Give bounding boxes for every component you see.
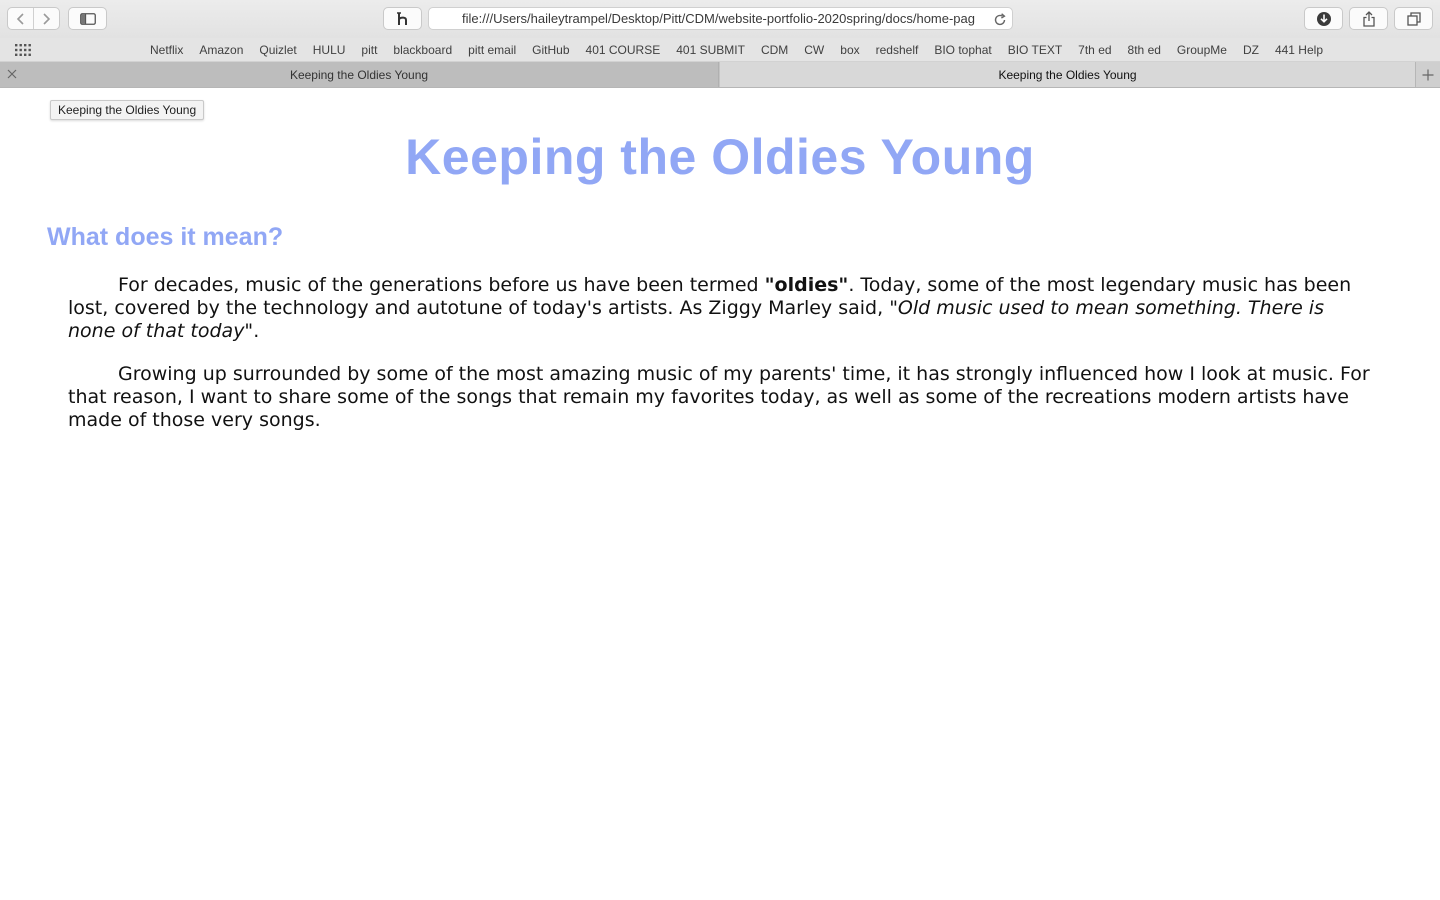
favorite-link[interactable]: Amazon <box>191 43 251 57</box>
favorites-bar: Netflix Amazon Quizlet HULU pitt blackbo… <box>0 38 1440 62</box>
favorite-link[interactable]: HULU <box>305 43 354 57</box>
favorite-link[interactable]: GitHub <box>524 43 577 57</box>
address-bar[interactable]: file:///Users/haileytrampel/Desktop/Pitt… <box>428 7 1013 30</box>
favorite-link[interactable]: redshelf <box>868 43 927 57</box>
close-icon[interactable] <box>7 69 17 79</box>
favorite-link[interactable]: BIO tophat <box>926 43 999 57</box>
paragraph-text: For decades, music of the generations be… <box>118 274 765 296</box>
page-content: Keeping the Oldies Young What does it me… <box>0 88 1440 900</box>
sidebar-button[interactable] <box>68 7 107 30</box>
favorite-link[interactable]: GroupMe <box>1169 43 1235 57</box>
navigation-buttons <box>7 7 60 30</box>
tab-label: Keeping the Oldies Young <box>289 67 429 82</box>
favorite-link[interactable]: CW <box>796 43 832 57</box>
share-button[interactable] <box>1349 7 1388 30</box>
favorite-link[interactable]: pitt email <box>460 43 524 57</box>
tab-overview-button[interactable] <box>1394 7 1433 30</box>
favorite-link[interactable]: box <box>832 43 867 57</box>
section-heading: What does it mean? <box>47 223 284 251</box>
tab-label: Keeping the Oldies Young <box>998 67 1137 82</box>
tooltip: Keeping the Oldies Young <box>50 100 205 120</box>
favorite-link[interactable]: Netflix <box>142 43 191 57</box>
favorite-link[interactable]: 8th ed <box>1120 43 1169 57</box>
favorite-link[interactable]: 441 Help <box>1267 43 1331 57</box>
favorite-link[interactable]: CDM <box>753 43 796 57</box>
favorite-link[interactable]: blackboard <box>385 43 460 57</box>
new-tab-button[interactable] <box>1415 62 1440 87</box>
sidebar-icon <box>79 12 96 25</box>
tab-inactive[interactable]: Keeping the Oldies Young <box>0 62 719 87</box>
chevron-left-icon <box>16 12 24 25</box>
plus-icon <box>1422 69 1434 80</box>
favorite-link[interactable]: BIO TEXT <box>1000 43 1070 57</box>
page-title: Keeping the Oldies Young <box>405 129 1035 185</box>
downloads-button[interactable] <box>1304 7 1343 30</box>
bold-term: "oldies" <box>764 274 849 296</box>
reload-icon <box>994 13 1006 26</box>
tabs-icon <box>1406 11 1421 26</box>
extension-button[interactable] <box>383 7 422 30</box>
chevron-right-icon <box>43 12 51 25</box>
reload-button[interactable] <box>993 12 1007 26</box>
favorite-link[interactable]: 401 COURSE <box>578 43 669 57</box>
favorite-link[interactable]: 7th ed <box>1070 43 1119 57</box>
browser-toolbar: file:///Users/haileytrampel/Desktop/Pitt… <box>0 0 1440 38</box>
favorite-link[interactable]: 401 SUBMIT <box>668 43 753 57</box>
favorites-list: Netflix Amazon Quizlet HULU pitt blackbo… <box>142 38 1331 62</box>
forward-button[interactable] <box>34 8 59 29</box>
download-icon <box>1316 11 1331 26</box>
favorite-link[interactable]: Quizlet <box>251 43 304 57</box>
grid-icon[interactable] <box>15 44 31 56</box>
hypothesis-icon <box>396 11 407 25</box>
back-button[interactable] <box>8 8 33 29</box>
favorite-link[interactable]: pitt <box>353 43 385 57</box>
address-url[interactable]: file:///Users/haileytrampel/Desktop/Pitt… <box>462 11 980 27</box>
intro-paragraph: For decades, music of the generations be… <box>68 274 1372 343</box>
tab-active[interactable]: Keeping the Oldies Young <box>720 62 1415 87</box>
share-icon <box>1362 10 1375 27</box>
paragraph-text: . <box>253 320 260 342</box>
favorite-link[interactable]: DZ <box>1235 43 1267 57</box>
tab-bar: Keeping the Oldies Young Keeping the Old… <box>0 62 1440 88</box>
second-paragraph: Growing up surrounded by some of the mos… <box>68 363 1370 431</box>
